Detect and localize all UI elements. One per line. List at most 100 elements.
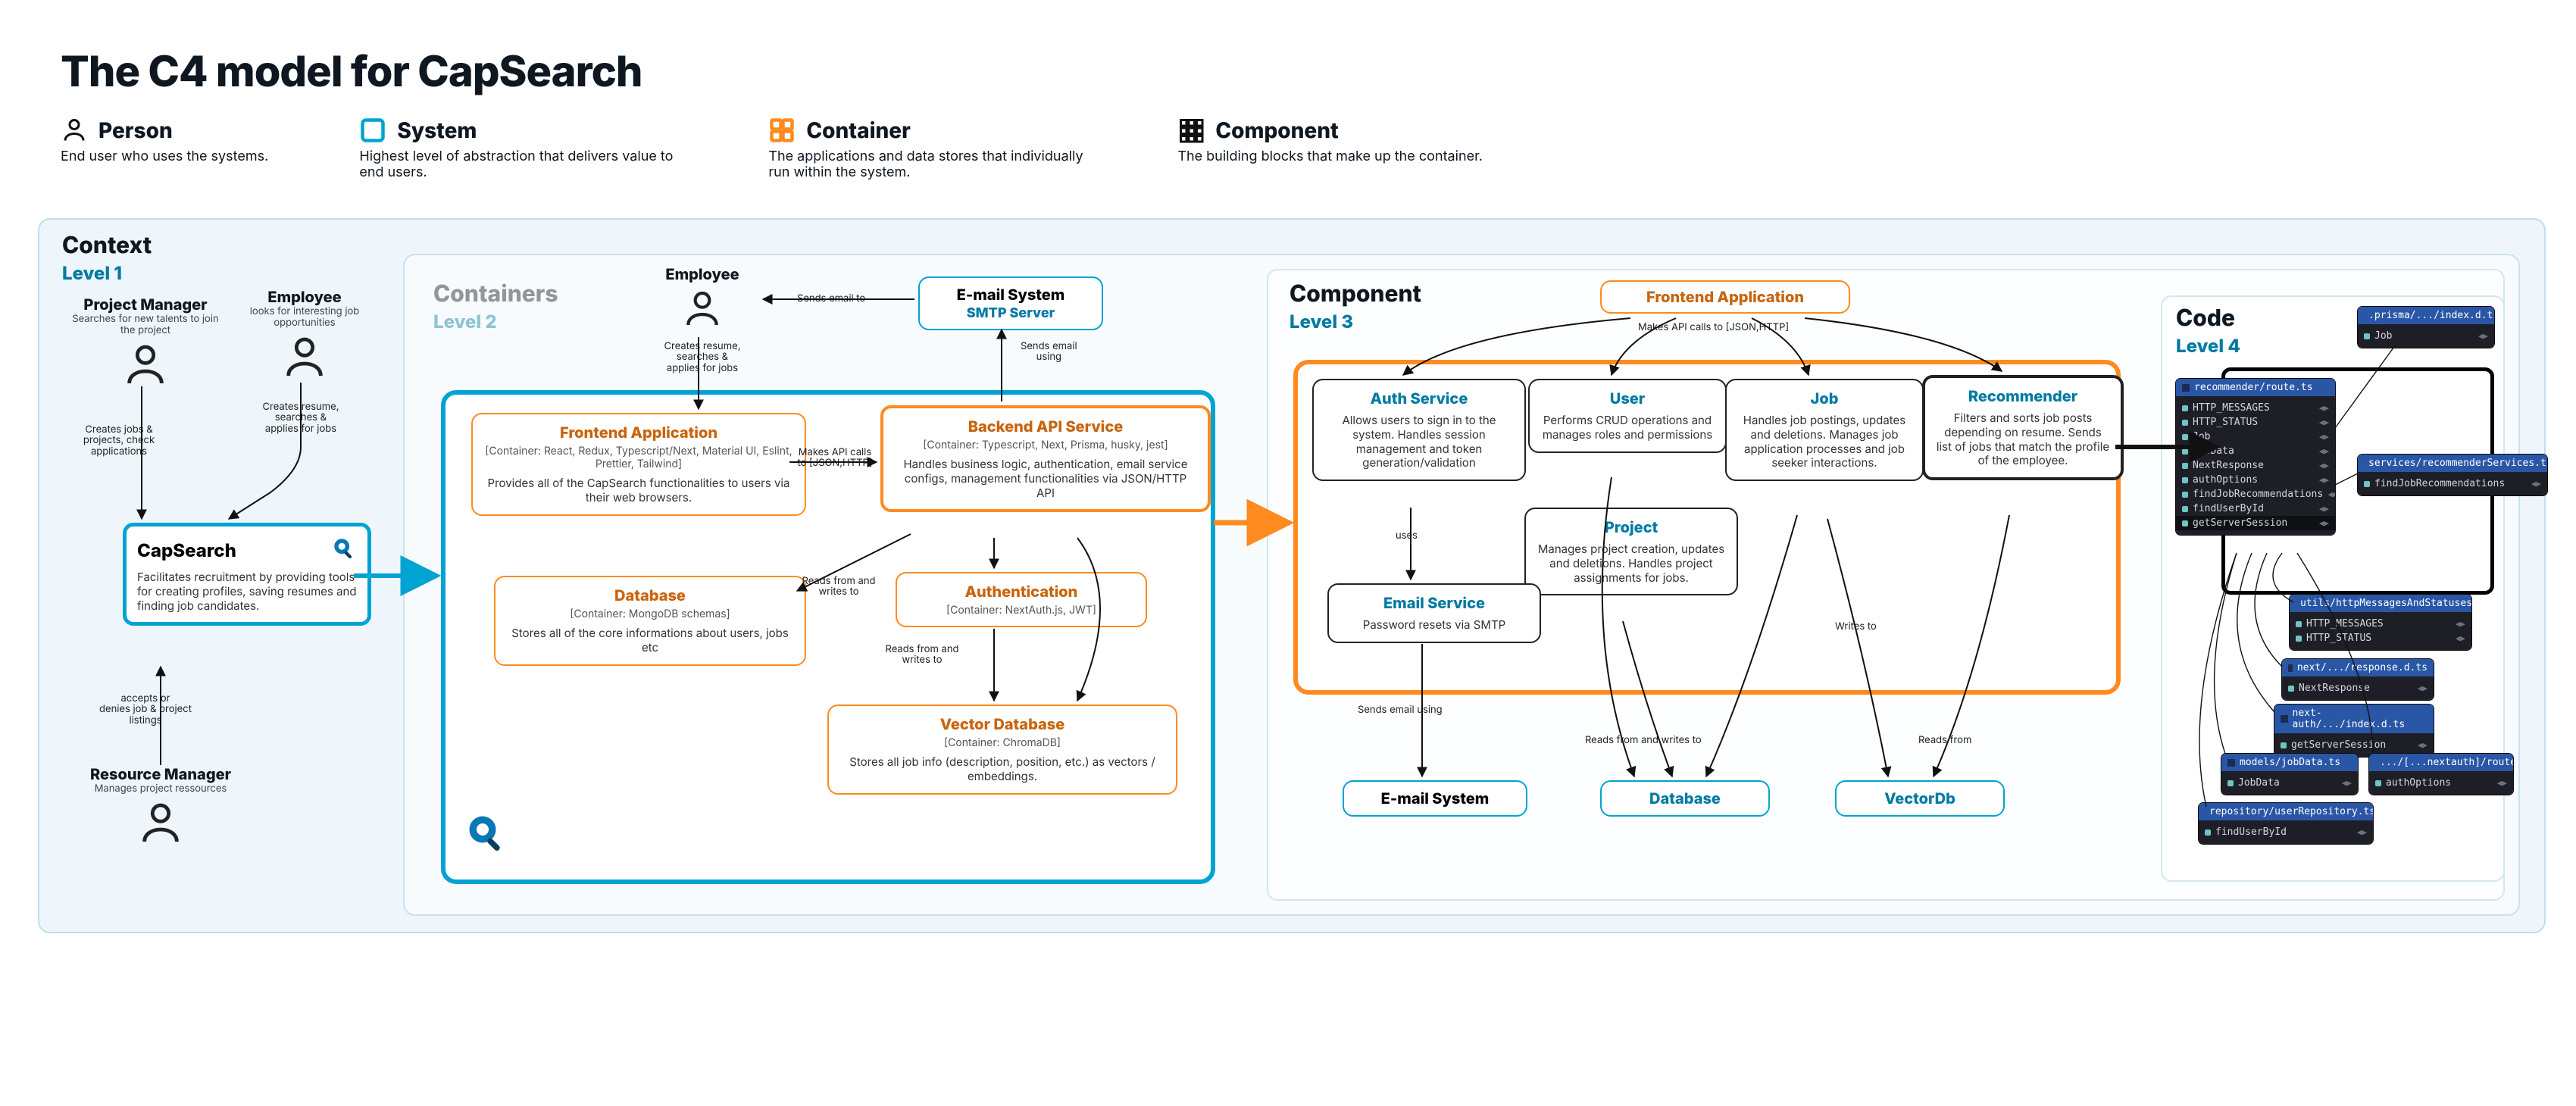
box-ext-db: Database: [1600, 780, 1770, 817]
file-row: findJobRecommendations: [2374, 478, 2505, 489]
component-heading: Component: [1290, 280, 1421, 308]
person-icon: [61, 117, 88, 144]
email-sys-title: E-mail System: [927, 286, 1094, 304]
file-row: findUserById: [2193, 503, 2264, 514]
person-project-manager: Project Manager Searches for new talents…: [70, 295, 221, 389]
vector-tech: [Container: ChromaDB]: [839, 736, 1165, 749]
context-heading: Context: [62, 232, 152, 259]
capsearch-title: CapSearch: [137, 539, 236, 561]
file-head: .../[...nextauth]/route.ts: [2380, 757, 2513, 768]
file-head: recommender/route.ts: [2194, 382, 2313, 393]
person-resource-manager: Resource Manager Manages project ressour…: [85, 765, 236, 848]
note-api-calls: Makes API calls to [JSON,HTTP]: [797, 447, 873, 469]
backend-desc: Handles business logic, authentication, …: [894, 458, 1197, 500]
note-reads: Reads from: [1918, 735, 1971, 745]
box-auth: Authentication [Container: NextAuth.js, …: [896, 572, 1147, 627]
file-icon: [2288, 664, 2293, 672]
vector-title: Vector Database: [839, 715, 1165, 733]
rm-title: Resource Manager: [85, 765, 236, 783]
job-title: Job: [1737, 389, 1912, 408]
legend-person: Person End user who uses the systems.: [61, 117, 268, 180]
box-ext-email: E-mail System: [1343, 780, 1527, 817]
ext-db-title: Database: [1609, 789, 1761, 808]
containers-employee: Employee: [638, 265, 767, 330]
pm-desc: Searches for new talents to join the pro…: [70, 314, 221, 336]
db-tech: [Container: MongoDB schemas]: [506, 608, 794, 620]
file-row: findJobRecommendations: [2193, 489, 2323, 500]
project-title: Project: [1537, 518, 1726, 536]
emailsvc-title: Email Service: [1340, 594, 1529, 612]
c-emp-title: Employee: [638, 265, 767, 283]
file-head: models/jobData.ts: [2240, 757, 2340, 768]
note-emp-creates: Creates resume, searches & applies for j…: [653, 341, 752, 373]
file-row: Job: [2374, 330, 2392, 342]
file-row: Job: [2193, 431, 2210, 442]
edge-note-emp: Creates resume, searches & applies for j…: [252, 401, 350, 434]
person-icon: [136, 799, 185, 848]
box-auth-service: Auth Service Allows users to sign in to …: [1312, 379, 1526, 481]
box-recommender: Recommender Filters and sorts job posts …: [1922, 375, 2124, 480]
file-row: JobData: [2193, 445, 2234, 457]
file-row: NextResponse: [2193, 460, 2264, 471]
legend-component-desc: The building blocks that make up the con…: [1177, 148, 1483, 164]
file-icon: [2227, 759, 2235, 767]
box-frontend: Frontend Application [Container: React, …: [471, 413, 806, 516]
file-row: findUserById: [2215, 826, 2287, 838]
capsearch-logo-icon: [464, 811, 509, 859]
note-front-api: Makes API calls to [JSON,HTTP]: [1638, 322, 1789, 333]
person-icon: [280, 333, 329, 382]
capsearch-logo-icon: [331, 536, 357, 564]
frontend-desc: Provides all of the CapSearch functional…: [483, 476, 794, 505]
vector-desc: Stores all job info (description, positi…: [839, 755, 1165, 784]
legend-container: Container The applications and data stor…: [768, 117, 1086, 180]
box-ext-vector: VectorDb: [1835, 780, 2005, 817]
code-panel-repo: repository/userRepository.ts findUserByI…: [2199, 803, 2373, 844]
legend-component-label: Component: [1215, 117, 1338, 143]
authsvc-desc: Allows users to sign in to the system. H…: [1324, 414, 1514, 470]
note-send-email: Sends email using: [1358, 705, 1443, 715]
file-row: HTTP_MESSAGES: [2193, 402, 2270, 414]
edge-note-rm: accepts or denies job & project listings: [92, 693, 199, 726]
component-level: Level 3: [1290, 311, 1353, 333]
file-head: services/recommenderServices.ts: [2368, 458, 2547, 469]
file-row: HTTP_MESSAGES: [2306, 618, 2384, 630]
authsvc-title: Auth Service: [1324, 389, 1514, 408]
diagram-canvas: Context Level 1 Project Manager Searches…: [38, 218, 2546, 933]
page-title: The C4 model for CapSearch: [61, 45, 2515, 97]
auth-title: Authentication: [908, 583, 1135, 601]
box-database: Database [Container: MongoDB schemas] St…: [494, 576, 806, 666]
system-icon: [359, 117, 386, 144]
note-writes: Writes to: [1835, 621, 1877, 632]
backend-title: Backend API Service: [894, 417, 1197, 436]
code-panel-nextauth: next-auth/.../index.d.ts getServerSessio…: [2274, 705, 2434, 757]
note-uses: uses: [1396, 530, 1418, 541]
emailsvc-desc: Password resets via SMTP: [1340, 618, 1529, 633]
note-db-rw: Reads from and writes to: [797, 576, 880, 598]
file-head: .prisma/.../index.d.ts: [2368, 310, 2494, 321]
code-level: Level 4: [2176, 335, 2240, 357]
person-employee: Employee looks for interesting job oppor…: [229, 288, 380, 382]
legend: Person End user who uses the systems. Sy…: [61, 117, 2515, 180]
file-head: repository/userRepository.ts: [2209, 806, 2373, 817]
code-panel-prisma: .prisma/.../index.d.ts Job◀▶: [2358, 307, 2494, 348]
file-head: next/.../response.d.ts: [2297, 662, 2428, 673]
ext-email-title: E-mail System: [1352, 789, 1518, 808]
box-vector: Vector Database [Container: ChromaDB] St…: [827, 705, 1177, 795]
front-comp-title: Frontend Application: [1608, 288, 1843, 306]
file-icon: [2182, 384, 2190, 392]
box-job: Job Handles job postings, updates and de…: [1725, 379, 1924, 481]
user-desc: Performs CRUD operations and manages rol…: [1540, 414, 1715, 442]
edge-note-pm: Creates jobs & projects, check applicati…: [70, 424, 168, 457]
file-row: authOptions: [2193, 474, 2258, 486]
capsearch-desc: Facilitates recruitment by providing too…: [137, 570, 357, 613]
file-head: utils/httpMessagesAndStatuses.ts: [2300, 598, 2471, 609]
legend-system-label: System: [397, 117, 477, 143]
file-icon: [2281, 715, 2288, 723]
code-heading: Code: [2176, 305, 2235, 332]
job-desc: Handles job postings, updates and deleti…: [1737, 414, 1912, 470]
emp-desc: looks for interesting job opportunities: [229, 306, 380, 329]
system-capsearch: CapSearch Facilitates recruitment by pro…: [123, 523, 371, 626]
code-panel-values: utils/httpMessagesAndStatuses.ts HTTP_ME…: [2290, 595, 2471, 650]
note-sends-to: Sends email to: [797, 293, 865, 304]
legend-component: Component The building blocks that make …: [1177, 117, 1483, 180]
